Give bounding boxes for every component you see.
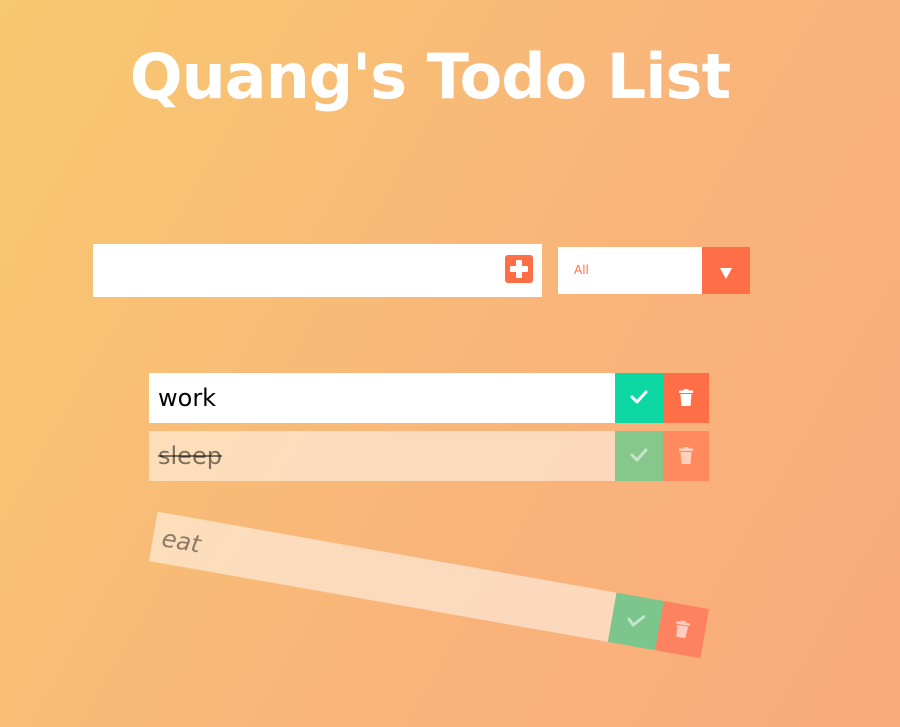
page-title: Quang's Todo List [129, 40, 731, 113]
complete-button[interactable] [615, 431, 663, 481]
trash-icon [679, 389, 693, 406]
todo-text: eat [159, 524, 203, 559]
trash-icon [676, 620, 691, 639]
filter-select[interactable]: All [558, 247, 750, 294]
check-icon [627, 615, 646, 627]
todo-text: work [158, 384, 217, 412]
filter-dropdown-button[interactable] [702, 247, 750, 294]
todo-item: sleep [149, 431, 709, 481]
todo-item: work [149, 373, 709, 423]
complete-button[interactable] [615, 373, 663, 423]
trash-icon [679, 447, 693, 464]
delete-button[interactable] [663, 373, 709, 423]
add-todo-button[interactable] [505, 255, 533, 283]
todo-item: eat [148, 511, 710, 659]
triangle-down-icon [720, 268, 732, 279]
todo-text-area: work [149, 373, 615, 423]
todo-text: sleep [158, 442, 222, 470]
delete-button[interactable] [663, 431, 709, 481]
todo-input[interactable] [93, 244, 498, 297]
filter-selected-value: All [574, 263, 589, 277]
todo-text-area: sleep [149, 431, 615, 481]
check-icon [630, 390, 648, 404]
todo-form [93, 244, 542, 297]
todo-text-area: eat [148, 511, 617, 642]
complete-button[interactable] [607, 592, 664, 651]
check-icon [630, 448, 648, 462]
delete-button[interactable] [655, 601, 710, 659]
